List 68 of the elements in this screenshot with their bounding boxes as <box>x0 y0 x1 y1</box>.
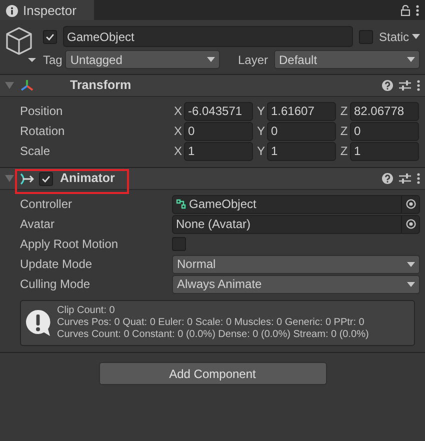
info-line: Clip Count: 0 <box>57 305 116 317</box>
lock-icon[interactable] <box>401 4 410 16</box>
enabled-checkbox[interactable] <box>39 172 53 186</box>
number-field[interactable]: 1 <box>267 142 336 160</box>
dropdown[interactable]: Normal <box>172 254 420 274</box>
field-label: Update Mode <box>20 256 94 273</box>
active-checkbox[interactable] <box>43 30 57 44</box>
number-field[interactable]: 0 <box>184 122 253 140</box>
layer-dropdown[interactable]: Default <box>274 50 420 69</box>
info-line: Curves Count: 0 Constant: 0 (0.0%) Dense: 0 (0.0%) Stream: 0 (0.0%) <box>57 329 369 341</box>
arrow-icon <box>20 172 34 186</box>
toggle-checkbox[interactable] <box>172 237 186 251</box>
axis-label: Y <box>256 103 266 120</box>
field-label: Avatar <box>20 216 56 233</box>
help-icon[interactable] <box>382 173 393 184</box>
info-icon <box>6 5 18 17</box>
dropdown[interactable]: Always Animate <box>172 274 420 294</box>
caret-icon <box>412 34 420 39</box>
field-label: Position <box>20 103 64 120</box>
caret-icon <box>407 262 415 266</box>
number-field[interactable]: 0 <box>350 122 419 140</box>
axis-label: Y <box>256 123 266 140</box>
caret-icon <box>207 57 216 62</box>
caret-icon <box>407 57 415 62</box>
component-title: Animator <box>60 170 115 188</box>
component-header[interactable]: Transform <box>0 75 425 97</box>
axis-label: X <box>172 103 183 120</box>
kebab-menu-icon[interactable] <box>417 80 420 91</box>
sliders-icon[interactable] <box>399 173 411 184</box>
tab-title: Inspector <box>23 2 76 20</box>
field-label: Controller <box>20 196 74 213</box>
object-field[interactable]: None (Avatar) <box>172 214 420 234</box>
number-field[interactable]: -6.043571 <box>184 102 253 120</box>
static-checkbox[interactable] <box>358 30 373 44</box>
kebab-menu-icon[interactable] <box>417 173 420 184</box>
caret-icon <box>407 282 415 286</box>
component-title: Transform <box>70 77 132 94</box>
tag-dropdown[interactable]: Untagged <box>65 50 220 69</box>
tag-label: Tag <box>43 52 62 68</box>
layer-label: Layer <box>238 52 268 68</box>
name-field[interactable]: GameObject <box>63 26 353 47</box>
axis-label: Z <box>339 123 349 140</box>
static-dropdown[interactable]: Static <box>378 28 420 46</box>
info-bubble-icon <box>25 309 51 337</box>
axis-label: Y <box>256 143 266 160</box>
number-field[interactable]: 1 <box>350 142 419 160</box>
object-field[interactable]: GameObject <box>172 194 420 214</box>
info-line: Curves Pos: 0 Quat: 0 Euler: 0 Scale: 0 Muscles: 0 Generic: 0 PPtr: 0 <box>57 317 366 329</box>
kebab-menu-icon[interactable] <box>416 4 419 16</box>
number-field[interactable]: 1 <box>184 142 253 160</box>
help-icon[interactable] <box>382 80 393 91</box>
controller-icon <box>176 199 186 209</box>
field-label: Scale <box>20 143 52 160</box>
field-label: Culling Mode <box>20 276 92 293</box>
number-field[interactable]: 0 <box>267 122 336 140</box>
axis-label: X <box>172 143 183 160</box>
number-field[interactable]: 82.06778 <box>350 102 419 120</box>
field-label: Apply Root Motion <box>20 236 120 253</box>
axis-label: Z <box>339 103 349 120</box>
axes-icon <box>20 78 34 92</box>
axis-label: X <box>172 123 183 140</box>
inspector-tab[interactable]: Inspector <box>0 0 94 20</box>
add-component-button[interactable]: Add Component <box>98 362 326 385</box>
number-field[interactable]: 1.61607 <box>267 102 336 120</box>
cube-icon <box>5 26 37 62</box>
axis-label: Z <box>339 143 349 160</box>
sliders-icon[interactable] <box>399 80 411 91</box>
field-label: Rotation <box>20 123 66 140</box>
